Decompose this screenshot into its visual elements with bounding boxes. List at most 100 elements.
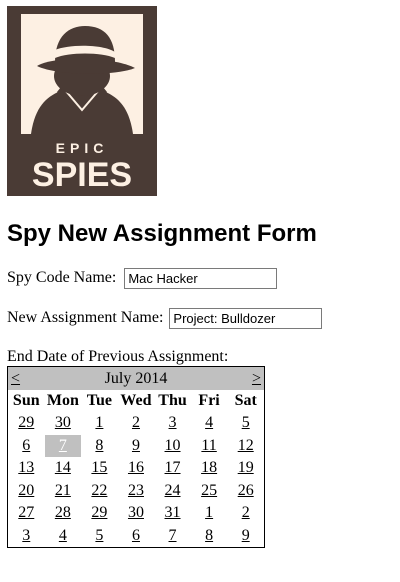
week-row: 29 30 1 2 3 4 5 xyxy=(8,412,264,435)
day-cell: 30 xyxy=(45,412,82,435)
day-link[interactable]: 28 xyxy=(55,504,71,521)
day-link[interactable]: 20 xyxy=(18,482,34,499)
day-link[interactable]: 4 xyxy=(205,414,213,431)
day-cell: 9 xyxy=(227,525,264,548)
weekday-header: Tue xyxy=(86,392,112,409)
day-link[interactable]: 25 xyxy=(201,482,217,499)
day-link[interactable]: 29 xyxy=(91,504,107,521)
week-row: 13 14 15 16 17 18 19 xyxy=(8,457,264,480)
day-cell: 19 xyxy=(227,457,264,480)
code-name-label: Spy Code Name: xyxy=(7,269,117,287)
assignment-name-input[interactable] xyxy=(169,308,323,329)
logo-line1: EPIC xyxy=(56,140,109,156)
day-link[interactable]: 8 xyxy=(205,527,213,544)
month-title: July 2014 xyxy=(104,370,168,387)
day-cell: 25 xyxy=(191,480,228,503)
day-link[interactable]: 9 xyxy=(242,527,250,544)
weekday-header: Sun xyxy=(12,392,40,409)
day-cell: 4 xyxy=(191,412,228,435)
day-cell: 13 xyxy=(8,457,45,480)
calendar-grid: Sun Mon Tue Wed Thu Fri Sat 29 30 1 2 3 … xyxy=(8,390,264,547)
assignment-name-label: New Assignment Name: xyxy=(7,309,164,327)
day-link[interactable]: 29 xyxy=(18,414,34,431)
day-cell: 8 xyxy=(81,435,118,458)
day-cell: 9 xyxy=(118,435,155,458)
day-cell: 28 xyxy=(45,502,82,525)
day-link[interactable]: 2 xyxy=(242,504,250,521)
day-link[interactable]: 24 xyxy=(165,482,181,499)
date-calendar: < July 2014 > Sun Mon Tue Wed Thu Fri Sa… xyxy=(7,366,265,548)
day-link[interactable]: 1 xyxy=(205,504,213,521)
day-link[interactable]: 5 xyxy=(242,414,250,431)
selected-day-link[interactable]: 7 xyxy=(59,437,67,454)
day-link[interactable]: 17 xyxy=(165,459,181,476)
day-cell: 16 xyxy=(118,457,155,480)
day-link[interactable]: 7 xyxy=(169,527,177,544)
day-link[interactable]: 30 xyxy=(55,414,71,431)
day-cell: 22 xyxy=(81,480,118,503)
day-cell: 3 xyxy=(154,412,191,435)
day-link[interactable]: 21 xyxy=(55,482,71,499)
day-link[interactable]: 11 xyxy=(201,437,216,454)
day-link[interactable]: 26 xyxy=(238,482,254,499)
day-link[interactable]: 22 xyxy=(91,482,107,499)
day-cell: 1 xyxy=(81,412,118,435)
day-link[interactable]: 13 xyxy=(18,459,34,476)
week-row: 20 21 22 23 24 25 26 xyxy=(8,480,264,503)
day-cell: 4 xyxy=(45,525,82,548)
day-cell: 23 xyxy=(118,480,155,503)
day-cell: 8 xyxy=(191,525,228,548)
next-month-link[interactable]: > xyxy=(252,367,261,390)
day-link[interactable]: 8 xyxy=(95,437,103,454)
day-link[interactable]: 15 xyxy=(91,459,107,476)
weekday-header: Fri xyxy=(198,392,220,409)
selected-day-cell: 7 xyxy=(44,434,82,457)
day-cell: 6 xyxy=(118,525,155,548)
day-link[interactable]: 6 xyxy=(22,437,30,454)
assignment-name-row: New Assignment Name: xyxy=(7,308,323,329)
week-row: 27 28 29 30 31 1 2 xyxy=(8,502,264,525)
day-link[interactable]: 2 xyxy=(132,414,140,431)
week-row: 3 4 5 6 7 8 9 xyxy=(8,525,264,548)
spy-logo-icon: EPIC SPIES xyxy=(7,6,157,196)
weekday-header: Sat xyxy=(234,392,257,409)
logo-line2: SPIES xyxy=(32,156,132,194)
weekday-header: Thu xyxy=(158,392,187,409)
weekday-row: Sun Mon Tue Wed Thu Fri Sat xyxy=(8,390,264,412)
week-row: 6 7 8 9 10 11 12 xyxy=(8,434,264,458)
weekday-header: Mon xyxy=(46,392,79,409)
code-name-input[interactable] xyxy=(124,268,278,289)
day-cell: 26 xyxy=(227,480,264,503)
day-link[interactable]: 4 xyxy=(59,527,67,544)
day-link[interactable]: 16 xyxy=(128,459,144,476)
day-cell: 31 xyxy=(154,502,191,525)
day-link[interactable]: 31 xyxy=(165,504,181,521)
day-link[interactable]: 12 xyxy=(238,437,254,454)
day-cell: 5 xyxy=(81,525,118,548)
day-link[interactable]: 18 xyxy=(201,459,217,476)
day-link[interactable]: 1 xyxy=(95,414,103,431)
day-link[interactable]: 6 xyxy=(132,527,140,544)
day-link[interactable]: 30 xyxy=(128,504,144,521)
weekday-header: Wed xyxy=(120,392,152,409)
day-link[interactable]: 3 xyxy=(169,414,177,431)
day-cell: 2 xyxy=(118,412,155,435)
day-link[interactable]: 14 xyxy=(55,459,71,476)
day-link[interactable]: 27 xyxy=(18,504,34,521)
code-name-row: Spy Code Name: xyxy=(7,268,278,289)
day-cell: 24 xyxy=(154,480,191,503)
day-link[interactable]: 23 xyxy=(128,482,144,499)
day-cell: 29 xyxy=(81,502,118,525)
epic-spies-logo: EPIC SPIES xyxy=(7,6,157,196)
day-cell: 7 xyxy=(154,525,191,548)
day-cell: 17 xyxy=(154,457,191,480)
day-link[interactable]: 19 xyxy=(238,459,254,476)
day-link[interactable]: 5 xyxy=(95,527,103,544)
day-link[interactable]: 9 xyxy=(132,437,140,454)
day-cell: 29 xyxy=(8,412,45,435)
day-cell: 20 xyxy=(8,480,45,503)
day-cell: 1 xyxy=(191,502,228,525)
day-cell: 18 xyxy=(191,457,228,480)
day-link[interactable]: 3 xyxy=(22,527,30,544)
day-link[interactable]: 10 xyxy=(165,437,181,454)
